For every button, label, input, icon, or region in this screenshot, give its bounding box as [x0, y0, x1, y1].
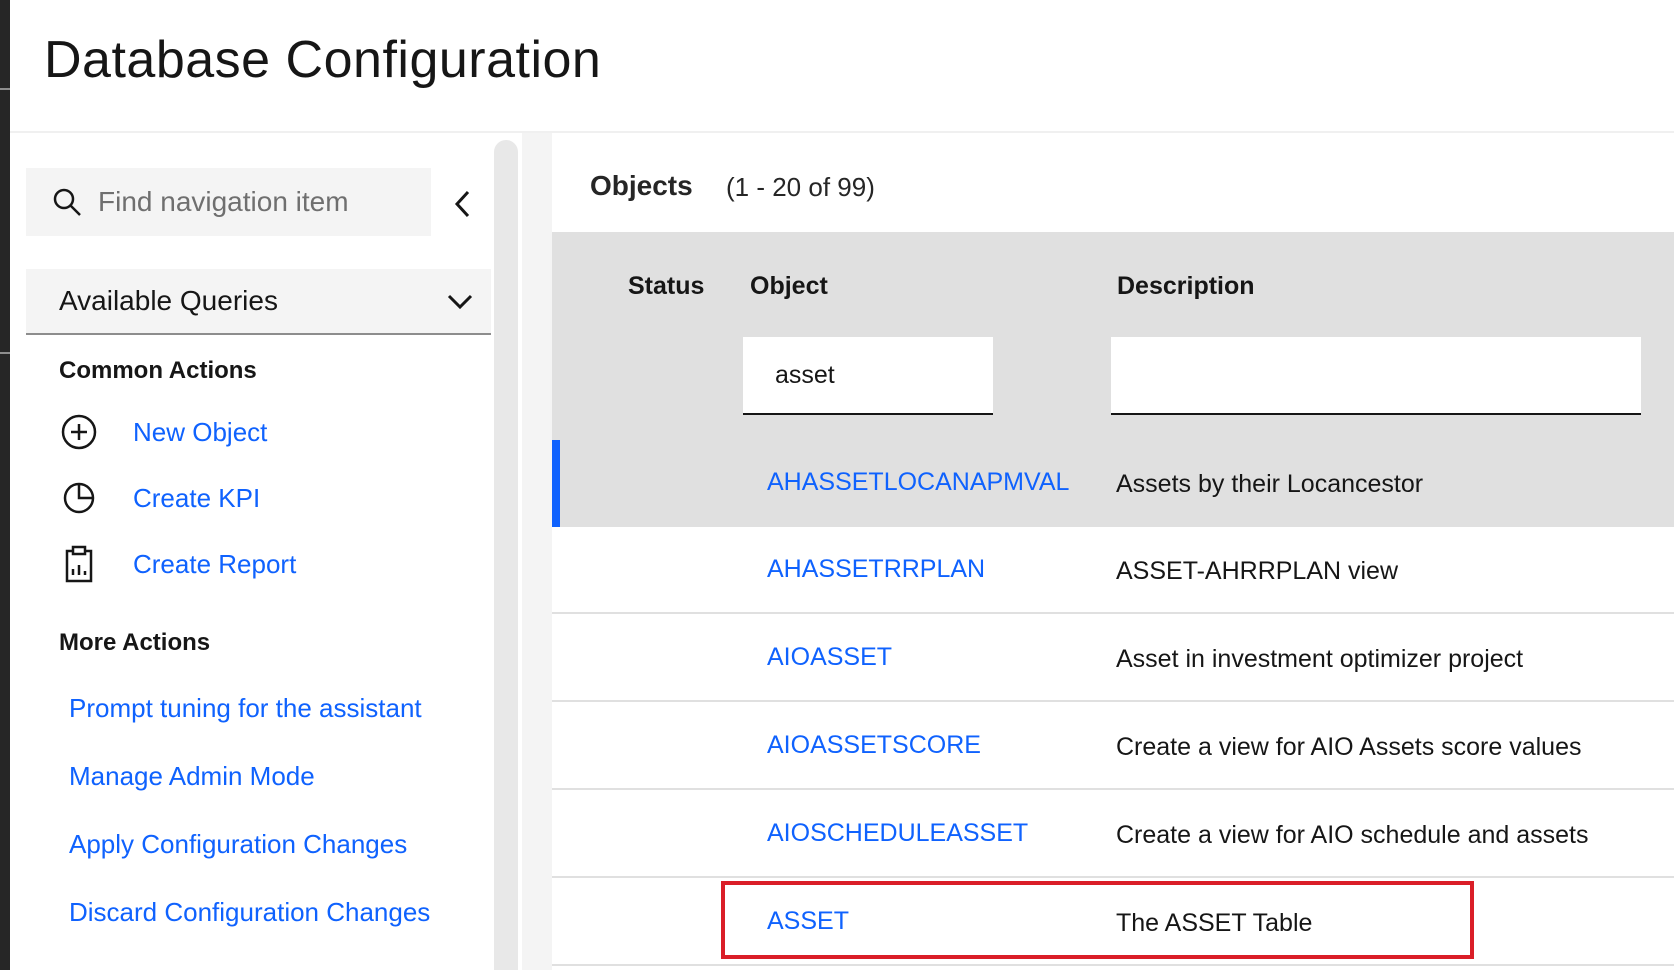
object-link[interactable]: AHASSETLOCANAPMVAL — [767, 468, 1069, 497]
object-link[interactable]: AHASSETRRPLAN — [767, 555, 985, 584]
chevron-left-icon — [454, 190, 470, 218]
chevron-down-icon — [447, 294, 473, 310]
pie-chart-icon — [59, 478, 99, 518]
nav-search-box[interactable] — [26, 168, 431, 236]
object-link[interactable]: AIOASSET — [767, 643, 892, 672]
create-report-label: Create Report — [133, 548, 297, 579]
table-row[interactable]: AHASSETRRPLAN ASSET-AHRRPLAN view — [552, 527, 1674, 614]
table-row[interactable]: AIOSCHEDULEASSET Create a view for AIO s… — [552, 791, 1674, 878]
app-left-edge — [0, 0, 10, 970]
object-description: Asset in investment optimizer project — [1116, 645, 1524, 673]
create-kpi-action[interactable]: Create KPI — [59, 478, 260, 518]
object-filter-input[interactable] — [743, 337, 993, 415]
object-description: Create a view for AIO Assets score value… — [1116, 733, 1582, 761]
create-kpi-label: Create KPI — [133, 482, 261, 513]
add-circle-icon — [59, 412, 99, 452]
object-link[interactable]: AIOASSETSCORE — [767, 731, 981, 760]
sidebar-scrollbar[interactable] — [494, 140, 518, 970]
header-divider — [10, 131, 1674, 133]
available-queries-dropdown[interactable]: Available Queries — [26, 269, 491, 335]
panel-gutter — [522, 133, 552, 970]
object-link[interactable]: ASSET — [767, 907, 849, 936]
discard-config-changes-link[interactable]: Discard Configuration Changes — [69, 897, 430, 928]
object-description: ASSET-AHRRPLAN view — [1116, 557, 1399, 585]
table-row[interactable]: ASSET The ASSET Table — [552, 879, 1674, 966]
table-row[interactable]: AIOASSET Asset in investment optimizer p… — [552, 615, 1674, 702]
objects-heading: Objects — [590, 170, 693, 201]
dropdown-label: Available Queries — [59, 285, 278, 316]
description-column-header[interactable]: Description — [1117, 272, 1255, 301]
table-row[interactable]: AHASSETLOCANAPMVAL Assets by their Locan… — [552, 440, 1674, 527]
nav-search-input[interactable] — [96, 185, 420, 219]
status-column-header[interactable]: Status — [628, 272, 704, 301]
new-object-label: New Object — [133, 416, 268, 447]
objects-count: (1 - 20 of 99) — [726, 172, 875, 202]
collapse-sidebar-button[interactable] — [448, 186, 478, 222]
object-description: The ASSET Table — [1116, 909, 1313, 937]
apply-config-changes-link[interactable]: Apply Configuration Changes — [69, 829, 407, 860]
clipboard-report-icon — [59, 544, 99, 584]
manage-admin-mode-link[interactable]: Manage Admin Mode — [69, 761, 315, 792]
search-icon — [53, 188, 81, 216]
object-description: Create a view for AIO schedule and asset… — [1116, 821, 1589, 849]
description-filter-input[interactable] — [1111, 337, 1641, 415]
new-object-action[interactable]: New Object — [59, 412, 267, 452]
page-title: Database Configuration — [44, 31, 602, 89]
object-description: Assets by their Locancestor — [1116, 470, 1424, 498]
edge-divider — [0, 352, 10, 354]
table-row[interactable]: AIOASSETSCORE Create a view for AIO Asse… — [552, 703, 1674, 790]
object-column-header[interactable]: Object — [750, 272, 828, 301]
selected-row-indicator — [552, 440, 560, 527]
more-actions-heading: More Actions — [59, 629, 211, 656]
create-report-action[interactable]: Create Report — [59, 544, 296, 584]
common-actions-heading: Common Actions — [59, 357, 257, 384]
object-link[interactable]: AIOSCHEDULEASSET — [767, 819, 1028, 848]
edge-divider — [0, 88, 10, 90]
prompt-tuning-link[interactable]: Prompt tuning for the assistant — [69, 693, 422, 724]
